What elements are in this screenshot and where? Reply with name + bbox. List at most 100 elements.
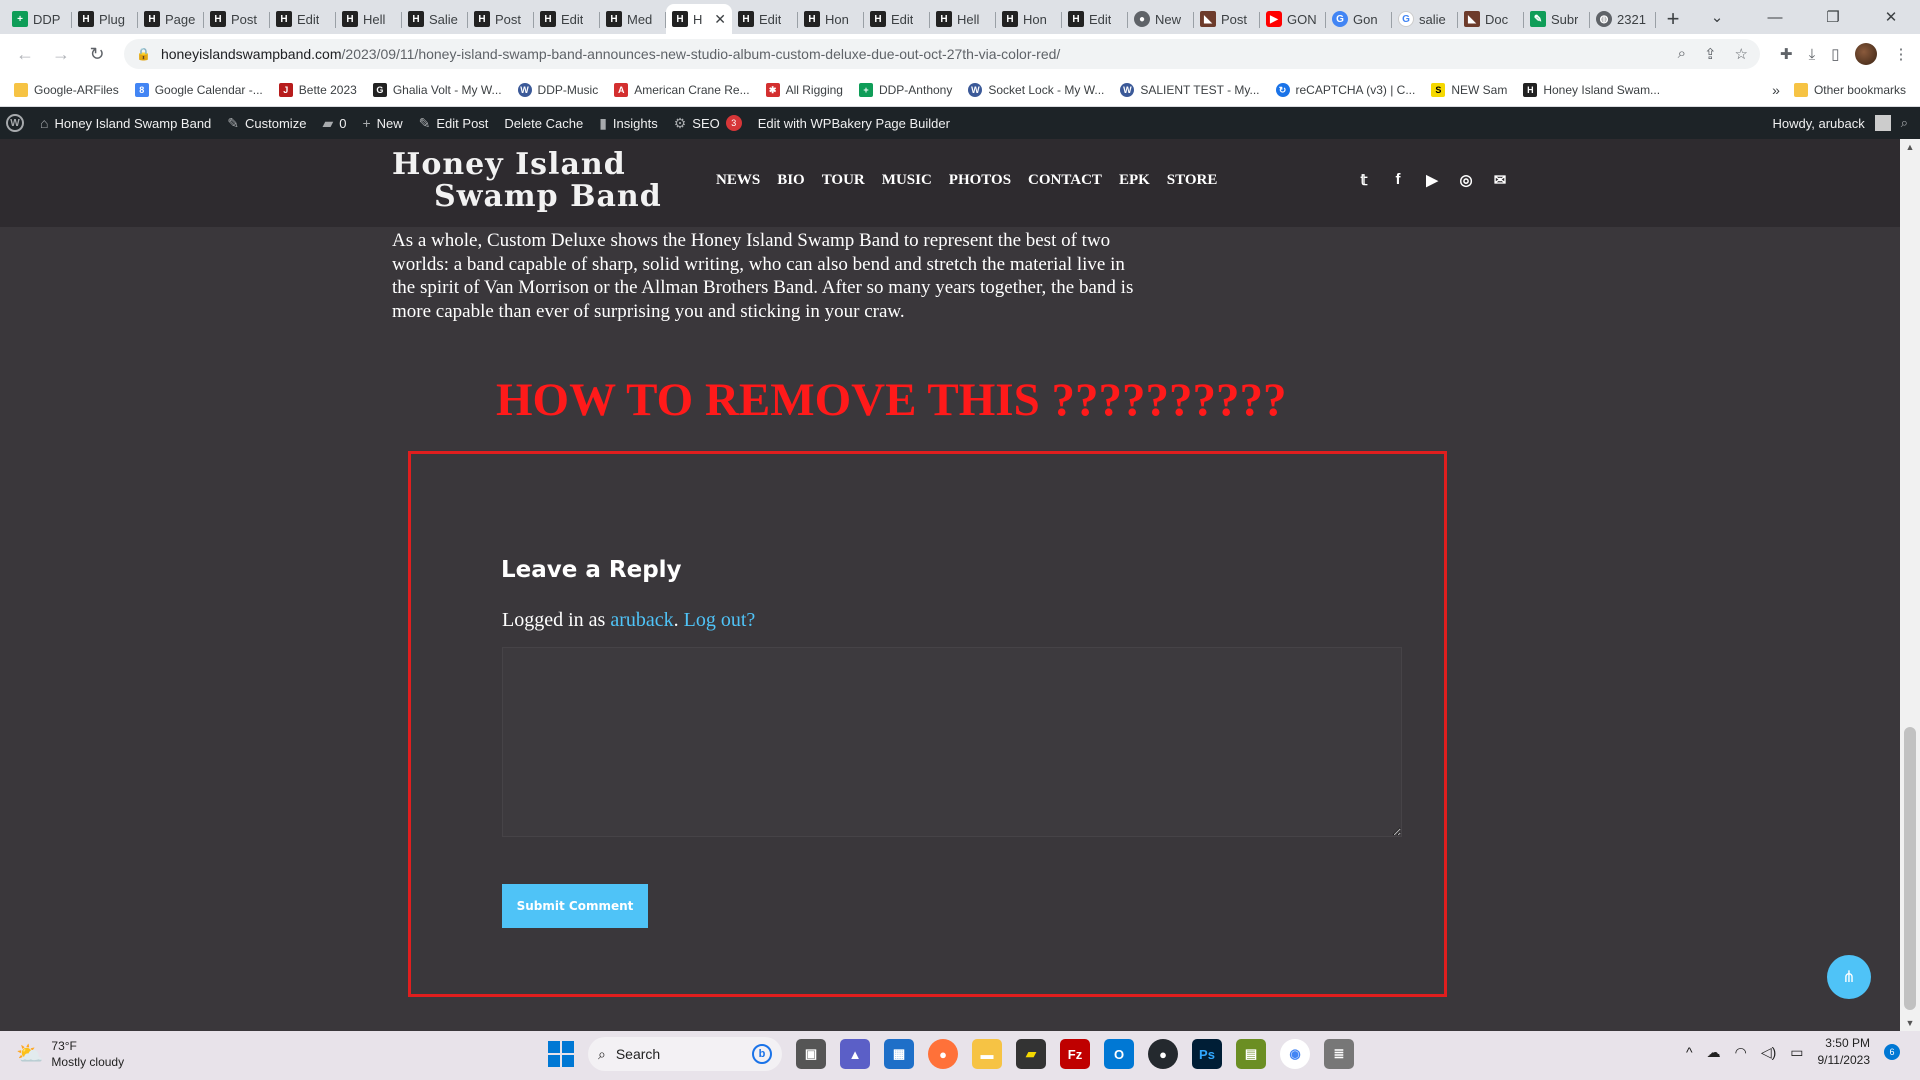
nav-item-photos[interactable]: PHOTOS (949, 172, 1011, 189)
close-tab-icon[interactable]: ✕ (714, 11, 726, 28)
restore-icon[interactable]: ❐ (1804, 0, 1862, 34)
wp-logo-menu[interactable]: W (6, 114, 24, 132)
file-explorer-icon[interactable]: ▬ (972, 1039, 1002, 1069)
nav-item-store[interactable]: STORE (1167, 172, 1218, 189)
email-icon[interactable]: ✉ (1492, 171, 1508, 189)
comment-textarea[interactable] (502, 647, 1402, 837)
browser-tab[interactable]: H Edit (732, 4, 798, 34)
bookmark-star-icon[interactable]: ☆ (1735, 45, 1748, 63)
browser-tab[interactable]: ✎ Subr (1524, 4, 1590, 34)
taskbar-search[interactable]: ⌕ Search b (588, 1037, 782, 1071)
nav-item-bio[interactable]: BIO (777, 172, 805, 189)
bookmark-item[interactable]: + DDP-Anthony (858, 83, 952, 97)
lock-icon[interactable]: 🔒 (136, 47, 151, 61)
browser-tab[interactable]: H Med (600, 4, 666, 34)
browser-tab[interactable]: ◍ 2321 (1590, 4, 1656, 34)
share-button[interactable]: ⋔ (1827, 955, 1871, 999)
photoshop-icon[interactable]: Ps (1192, 1039, 1222, 1069)
reload-icon[interactable]: ↻ (82, 39, 112, 69)
browser-tab[interactable]: H Hon (996, 4, 1062, 34)
sticky-notes-icon[interactable]: ▰ (1016, 1039, 1046, 1069)
windows-start-icon[interactable] (548, 1041, 574, 1067)
new-content-menu[interactable]: + New (362, 115, 402, 131)
bing-icon[interactable]: b (752, 1044, 772, 1064)
twitter-icon[interactable]: 𝕥 (1356, 171, 1372, 189)
task-view-icon[interactable]: ▣ (796, 1039, 826, 1069)
admin-search-icon[interactable]: ⌕ (1901, 115, 1908, 131)
browser-tab[interactable]: H Edit (534, 4, 600, 34)
site-name-menu[interactable]: ⌂ Honey Island Swamp Band (40, 115, 211, 131)
browser-tab[interactable]: ◣ Doc (1458, 4, 1524, 34)
chrome-icon[interactable]: ◉ (1280, 1039, 1310, 1069)
bookmark-item[interactable]: ↻ reCAPTCHA (v3) | C... (1275, 83, 1415, 97)
clock[interactable]: 3:50 PM 9/11/2023 (1818, 1035, 1871, 1069)
bookmark-item[interactable]: G Ghalia Volt - My W... (372, 83, 502, 97)
bookmark-item[interactable]: W SALIENT TEST - My... (1120, 83, 1260, 97)
comments-link[interactable]: ▰ 0 (322, 115, 346, 132)
browser-tab[interactable]: H H ✕ (666, 4, 732, 34)
minimize-icon[interactable]: — (1746, 0, 1804, 34)
bookmark-item[interactable]: W DDP-Music (517, 83, 598, 97)
nav-item-epk[interactable]: EPK (1119, 172, 1150, 189)
delete-cache-link[interactable]: Delete Cache (504, 116, 583, 131)
browser-tab[interactable]: H Edit (270, 4, 336, 34)
nav-item-news[interactable]: NEWS (716, 172, 760, 189)
browser-tab[interactable]: Gsalie (1392, 4, 1458, 34)
other-bookmarks[interactable]: Other bookmarks (1793, 83, 1906, 97)
browser-tab[interactable]: G Gon (1326, 4, 1392, 34)
scroll-up-arrow-icon[interactable]: ▲ (1900, 139, 1920, 155)
scroll-thumb[interactable] (1904, 727, 1916, 1010)
tray-overflow-chevron-icon[interactable]: ^ (1686, 1044, 1693, 1060)
address-bar[interactable]: 🔒 honeyislandswampband.com/2023/09/11/ho… (124, 39, 1760, 69)
browser-tab[interactable]: ◣ Post (1194, 4, 1260, 34)
wifi-icon[interactable]: ◠ (1735, 1044, 1747, 1061)
bookmark-item[interactable]: 8 Google Calendar -... (134, 83, 263, 97)
bookmark-item[interactable]: A American Crane Re... (614, 83, 750, 97)
zoom-icon[interactable]: ⌕ (1678, 45, 1686, 63)
downloads-icon[interactable]: ⤓ (1809, 46, 1816, 63)
nav-item-music[interactable]: MUSIC (882, 172, 932, 189)
volume-icon[interactable]: ◁) (1761, 1044, 1776, 1061)
battery-icon[interactable]: ▭ (1790, 1044, 1803, 1061)
browser-tab[interactable]: ▶ GON (1260, 4, 1326, 34)
notification-badge[interactable]: 6 (1884, 1044, 1900, 1060)
browser-tab[interactable]: H Hon (798, 4, 864, 34)
outlook-icon[interactable]: O (1104, 1039, 1134, 1069)
filezilla-icon[interactable]: Fz (1060, 1039, 1090, 1069)
browser-tab[interactable]: H Hell (336, 4, 402, 34)
bookmark-item[interactable]: Google-ARFiles (14, 83, 119, 97)
side-panel-icon[interactable]: ▯ (1831, 45, 1839, 63)
instagram-icon[interactable]: ◎ (1458, 171, 1474, 189)
insights-link[interactable]: ▮ Insights (599, 115, 658, 132)
new-tab-button[interactable]: + (1656, 4, 1690, 34)
scroll-down-arrow-icon[interactable]: ▼ (1900, 1015, 1920, 1031)
forward-arrow-icon[interactable]: → (46, 39, 76, 69)
profile-link[interactable]: aruback (610, 609, 673, 631)
edit-post-link[interactable]: ✎ Edit Post (419, 115, 489, 132)
nav-item-tour[interactable]: TOUR (822, 172, 865, 189)
howdy-user[interactable]: Howdy, aruback (1772, 116, 1864, 131)
submit-comment-button[interactable]: Submit Comment (502, 884, 648, 928)
browser-tab[interactable]: ● New (1128, 4, 1194, 34)
teams-icon[interactable]: ▲ (840, 1039, 870, 1069)
logout-link[interactable]: Log out? (684, 609, 756, 631)
firefox-icon[interactable]: ● (928, 1039, 958, 1069)
app-icon[interactable]: ▤ (1236, 1039, 1266, 1069)
bookmark-item[interactable]: ✱ All Rigging (765, 83, 843, 97)
back-arrow-icon[interactable]: ← (10, 39, 40, 69)
browser-tab[interactable]: H Hell (930, 4, 996, 34)
facebook-icon[interactable]: f (1390, 171, 1406, 189)
browser-tab[interactable]: H Salie (402, 4, 468, 34)
bookmark-item[interactable]: J Bette 2023 (278, 83, 357, 97)
bookmark-item[interactable]: H Honey Island Swam... (1523, 83, 1660, 97)
youtube-icon[interactable]: ▶ (1424, 171, 1440, 189)
browser-tab[interactable]: + DDP (6, 4, 72, 34)
profile-avatar[interactable] (1855, 43, 1878, 65)
store-icon[interactable]: ▦ (884, 1039, 914, 1069)
browser-tab[interactable]: H Post (468, 4, 534, 34)
browser-tab[interactable]: H Page (138, 4, 204, 34)
notepad-icon[interactable]: ≣ (1324, 1039, 1354, 1069)
kebab-menu-icon[interactable]: ⋮ (1893, 45, 1908, 63)
github-desktop-icon[interactable]: ● (1148, 1039, 1178, 1069)
browser-tab[interactable]: H Post (204, 4, 270, 34)
